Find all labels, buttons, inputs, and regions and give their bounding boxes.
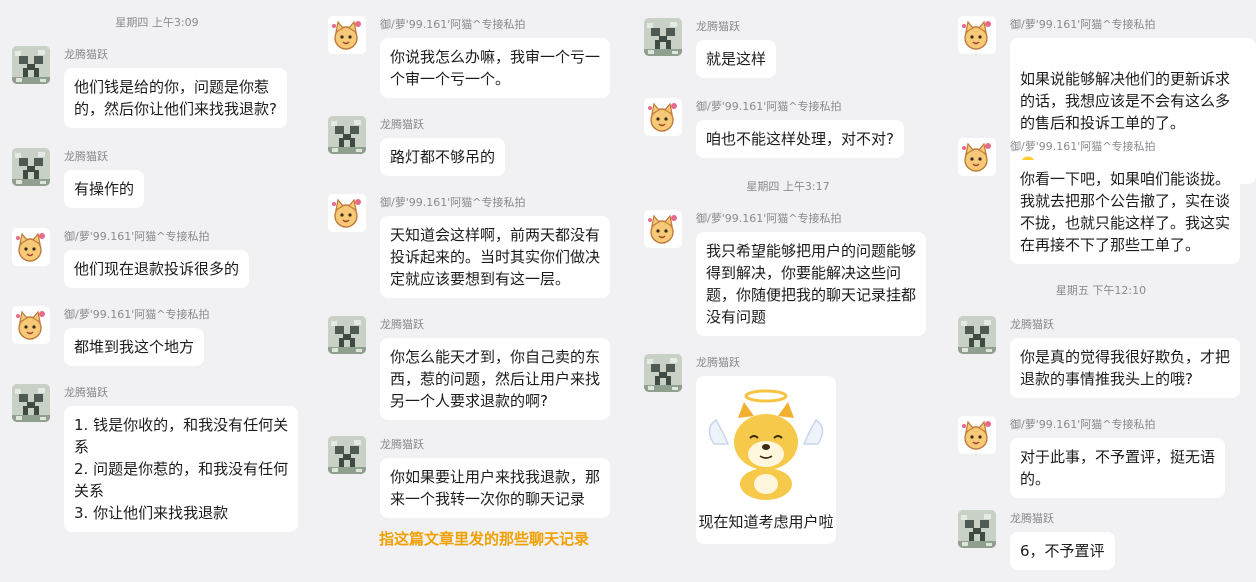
creeper-avatar-icon[interactable] [328,316,366,354]
creeper-avatar-icon[interactable] [328,436,366,474]
sender-name: 龙腾猫跃 [696,20,740,33]
sender-name: 龙腾猫跃 [64,386,108,399]
creeper-avatar-icon[interactable] [12,384,50,422]
sender-name: 龙腾猫跃 [380,318,424,331]
timestamp: 星期四 上午3:09 [115,16,199,29]
creeper-avatar-icon[interactable] [328,116,366,154]
creeper-avatar-icon[interactable] [644,354,682,392]
message-bubble[interactable]: 你怎么能天才到，你自己卖的东 西，惹的问题，然后让用户来找 另一个人要求退款的啊… [380,338,611,420]
message-bubble[interactable]: 有操作的 [64,170,145,208]
chat-panel-3: 龙腾猫跃 就是这样 御/萝'99.161'阿猫^专接私拍 咱也不能这样处理，对不… [632,0,944,582]
sender-name: 御/萝'99.161'阿猫^专接私拍 [696,212,842,225]
chat-panel-4: 御/萝'99.161'阿猫^专接私拍 如果说能够解决他们的更新诉求 的话，我想应… [946,0,1256,582]
creeper-avatar-icon[interactable] [12,46,50,84]
sender-name: 御/萝'99.161'阿猫^专接私拍 [64,308,210,321]
message-bubble[interactable]: 1. 钱是你收的，和我没有任何关 系 2. 问题是你惹的，和我没有任何 关系 3… [64,406,299,532]
cat-avatar-icon[interactable] [12,228,50,266]
message-bubble[interactable]: 他们现在退款投诉很多的 [64,250,250,288]
cat-avatar-icon[interactable] [958,416,996,454]
cat-avatar-icon[interactable] [958,16,996,54]
cat-avatar-icon[interactable] [644,98,682,136]
cat-avatar-icon[interactable] [644,210,682,248]
sender-name: 龙腾猫跃 [380,118,424,131]
message-bubble[interactable]: 路灯都不够吊的 [380,138,506,176]
creeper-avatar-icon[interactable] [12,148,50,186]
message-bubble[interactable]: 咱也不能这样处理，对不对? [696,120,904,158]
sender-name: 御/萝'99.161'阿猫^专接私拍 [1010,140,1156,153]
message-bubble[interactable]: 你如果要让用户来找我退款，那 来一个我转一次你的聊天记录 [380,458,611,518]
message-bubble[interactable]: 你说我怎么办嘛，我审一个亏一 个审一个亏一个。 [380,38,611,98]
sender-name: 御/萝'99.161'阿猫^专接私拍 [1010,18,1156,31]
caption: 指这篇文章里发的那些聊天记录 [379,530,590,548]
chat-panel-2: 御/萝'99.161'阿猫^专接私拍 你说我怎么办嘛，我审一个亏一 个审一个亏一… [316,0,630,582]
sender-name: 龙腾猫跃 [64,48,108,61]
sender-name: 御/萝'99.161'阿猫^专接私拍 [1010,418,1156,431]
message-bubble[interactable]: 你看一下吧，如果咱们能谈拢。 我就去把那个公告撤了，实在谈 不拢，也就只能这样了… [1010,160,1241,264]
angel-dog-sticker[interactable]: 现在知道考虑用户啦 [696,376,836,544]
sender-name: 御/萝'99.161'阿猫^专接私拍 [696,100,842,113]
sender-name: 御/萝'99.161'阿猫^专接私拍 [380,18,526,31]
sender-name: 御/萝'99.161'阿猫^专接私拍 [380,196,526,209]
message-bubble[interactable]: 6，不予置评 [1010,532,1115,570]
message-bubble[interactable]: 就是这样 [696,40,777,78]
chat-panel-1: 星期四 上午3:09 龙腾猫跃 他们钱是给的你，问题是你惹 的，然后你让他们来找… [0,0,314,582]
cat-avatar-icon[interactable] [958,138,996,176]
message-bubble[interactable]: 天知道会这样啊，前两天都没有 投诉起来的。当时其实你们做决 定就应该要想到有这一… [380,216,611,298]
message-bubble[interactable]: 都堆到我这个地方 [64,328,205,366]
sender-name: 御/萝'99.161'阿猫^专接私拍 [64,230,210,243]
message-bubble[interactable]: 对于此事，不予置评，挺无语 的。 [1010,438,1226,498]
sender-name: 龙腾猫跃 [1010,318,1054,331]
message-bubble[interactable]: 你是真的觉得我很好欺负，才把 退款的事情推我头上的哦? [1010,338,1241,398]
angel-dog-icon [708,389,824,500]
message-bubble[interactable]: 我只希望能够把用户的问题能够 得到解决，你要能解决这些问 题，你随便把我的聊天记… [696,232,927,336]
cat-avatar-icon[interactable] [328,194,366,232]
sender-name: 龙腾猫跃 [64,150,108,163]
sender-name: 龙腾猫跃 [380,438,424,451]
cat-avatar-icon[interactable] [12,306,50,344]
creeper-avatar-icon[interactable] [958,316,996,354]
creeper-avatar-icon[interactable] [644,18,682,56]
timestamp: 星期四 上午3:17 [746,180,830,193]
sender-name: 龙腾猫跃 [1010,512,1054,525]
message-bubble[interactable]: 他们钱是给的你，问题是你惹 的，然后你让他们来找我退款? [64,68,287,128]
sender-name: 龙腾猫跃 [696,356,740,369]
sticker-text: 现在知道考虑用户啦 [698,513,834,531]
creeper-avatar-icon[interactable] [958,510,996,548]
cat-avatar-icon[interactable] [328,16,366,54]
timestamp: 星期五 下午12:10 [1055,284,1147,297]
message-text: 如果说能够解决他们的更新诉求 的话，我想应该是不会有这么多 的售后和投诉工单的了… [1020,70,1231,132]
